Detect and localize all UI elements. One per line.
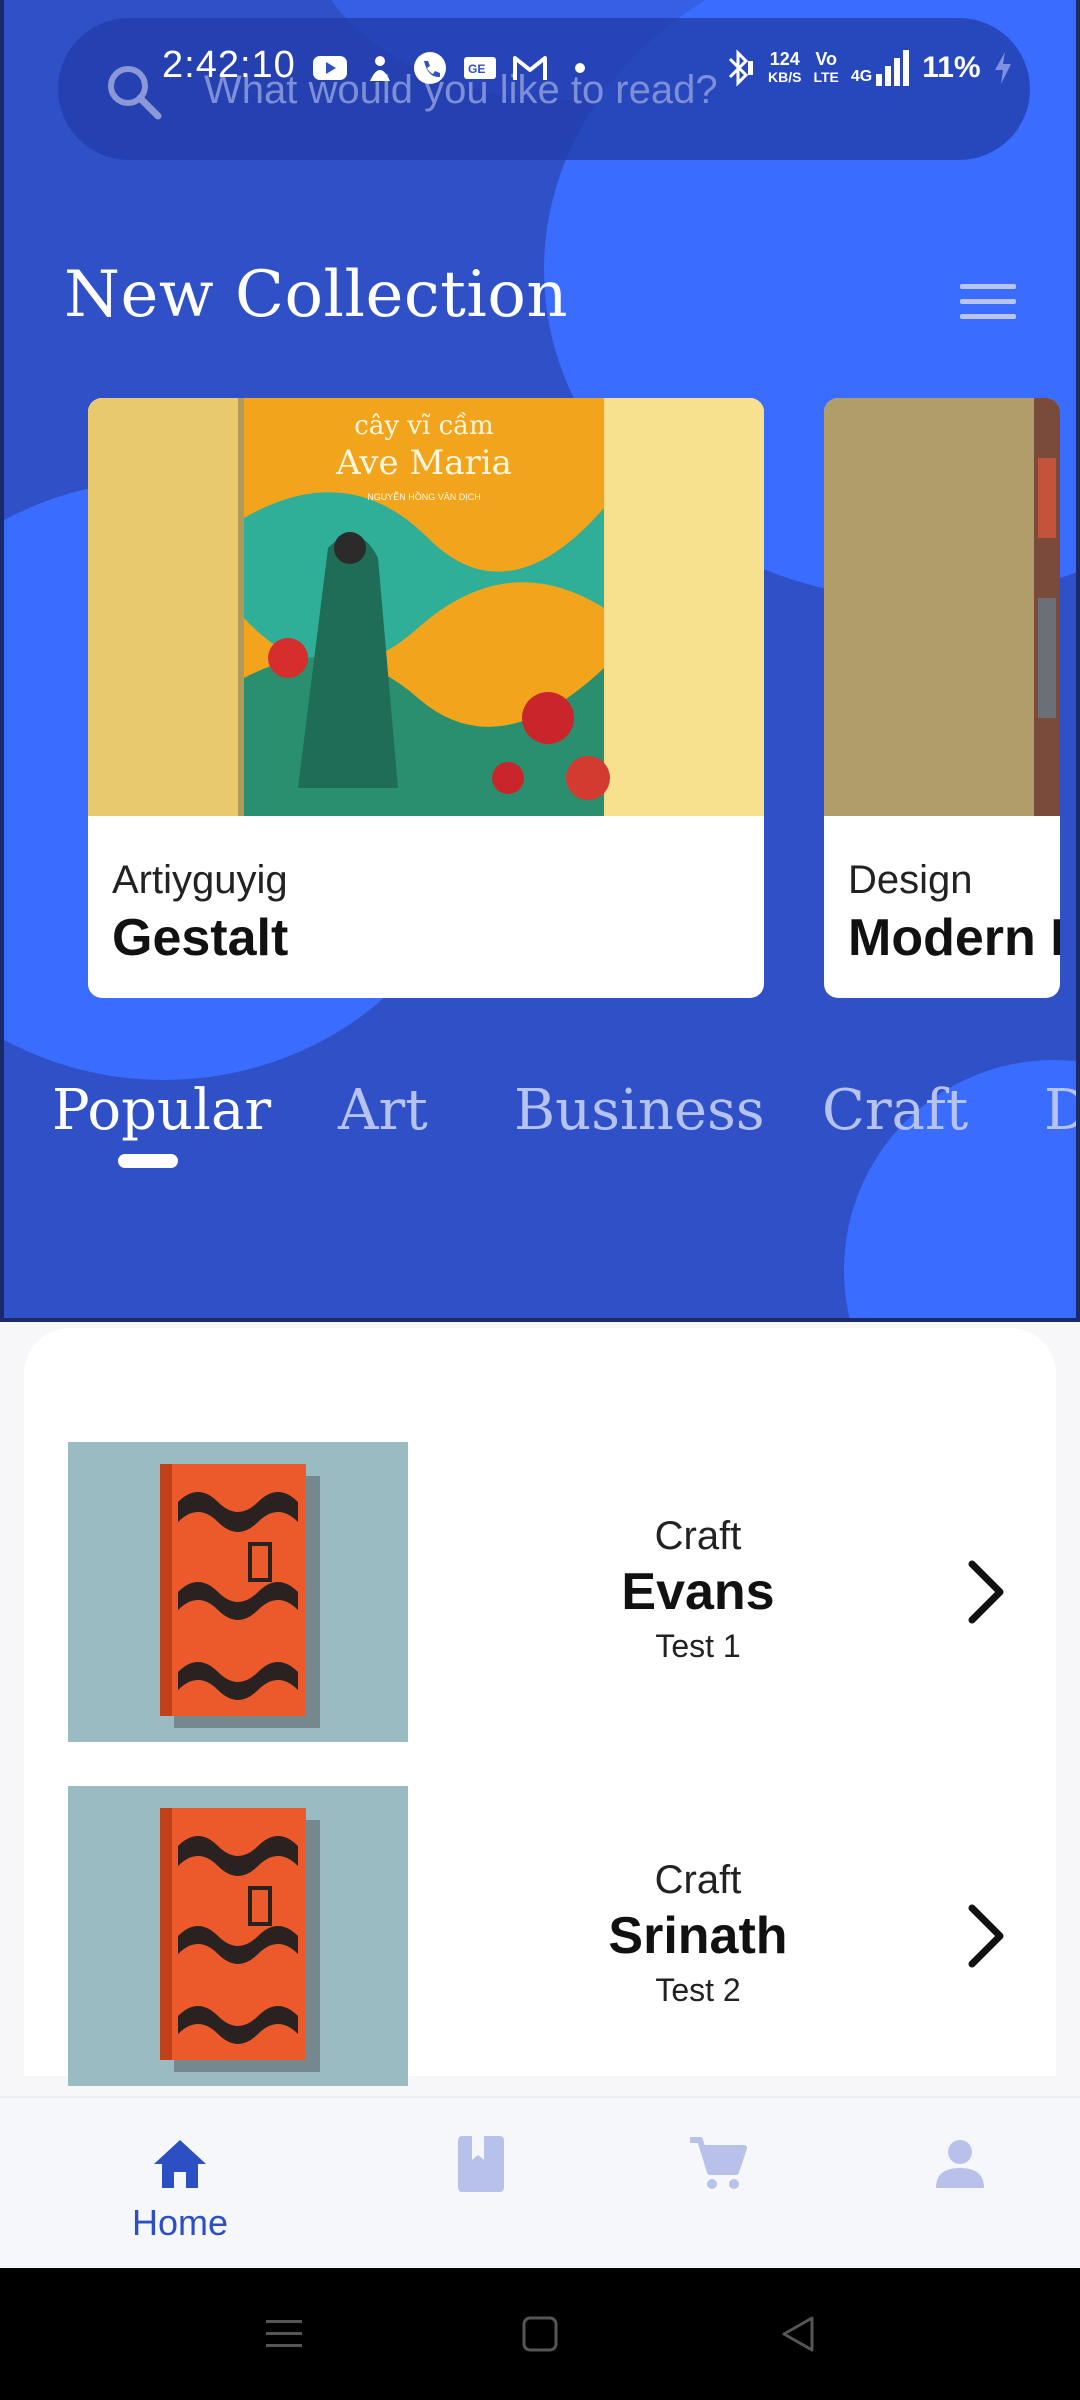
nav-library[interactable] [380,2098,580,2270]
cart-icon [690,2137,747,2189]
book-cover-image [824,398,1060,816]
nav-profile[interactable] [860,2098,1060,2270]
list-item[interactable]: Craft Srinath Test 2 [68,1786,1012,2086]
tab-design[interactable]: D [1044,1078,1076,1143]
book-cover-image: cây vĩ cầm Ave Maria NGUYỄN HỒNG VÂN DỊC… [88,398,764,816]
chevron-right-icon[interactable] [958,1556,1014,1628]
collection-card[interactable]: cây vĩ cầm Ave Maria NGUYỄN HỒNG VÂN DỊC… [88,398,764,998]
cover-title-small: cây vĩ cầm [354,411,493,441]
tab-craft[interactable]: Craft [822,1078,968,1143]
search-input[interactable] [204,62,904,118]
menu-icon[interactable] [960,282,1016,322]
search-icon[interactable] [102,60,166,124]
section-title: New Collection [64,258,569,332]
system-navigation-bar [0,2268,1080,2400]
card-title: Gestalt [112,909,289,967]
cover-title-large: Ave Maria [335,443,512,483]
book-icon [458,2136,504,2192]
tab-popular[interactable]: Popular [52,1078,271,1143]
tab-art[interactable]: Art [338,1078,428,1143]
book-list-panel: Craft Evans Test 1 Craft Srinath Test 2 [24,1328,1056,2086]
list-item-details: Craft Evans Test 1 [498,1442,898,1742]
list-item-category: Craft [654,1858,742,1902]
back-icon[interactable] [776,2312,820,2356]
person-icon [936,2140,984,2188]
book-thumbnail [68,1786,408,2086]
list-item[interactable]: Craft Evans Test 1 [68,1442,1012,1742]
home-icon [154,2140,206,2188]
nav-cart[interactable] [618,2098,818,2270]
list-item-subtitle: Test 1 [655,1628,741,1664]
card-category: Artiyguyig [112,858,288,902]
hero-section: 2:42:10 GE 124 KB/S Vo LTE 4G 11% [0,0,1080,1322]
nav-home-label: Home [131,2202,229,2243]
collection-card[interactable]: Design Modern D [824,398,1060,998]
recents-menu-icon[interactable] [262,2312,306,2356]
book-thumbnail [68,1442,408,1742]
search-bar[interactable] [58,18,1030,160]
list-item-subtitle: Test 2 [655,1972,741,2008]
card-category: Design [848,858,973,902]
bottom-navigation: Home [0,2096,1080,2268]
chevron-right-icon[interactable] [958,1900,1014,1972]
list-item-title: Evans [621,1563,775,1621]
list-item-details: Craft Srinath Test 2 [498,1786,898,2086]
active-tab-indicator [118,1154,178,1168]
nav-home[interactable]: Home [80,2098,280,2270]
list-item-category: Craft [654,1514,742,1558]
home-button-icon[interactable] [518,2312,562,2356]
tab-business[interactable]: Business [514,1078,765,1143]
card-title: Modern D [848,909,1060,967]
list-item-title: Srinath [608,1907,788,1965]
cover-author: NGUYỄN HỒNG VÂN DỊCH [367,491,481,502]
